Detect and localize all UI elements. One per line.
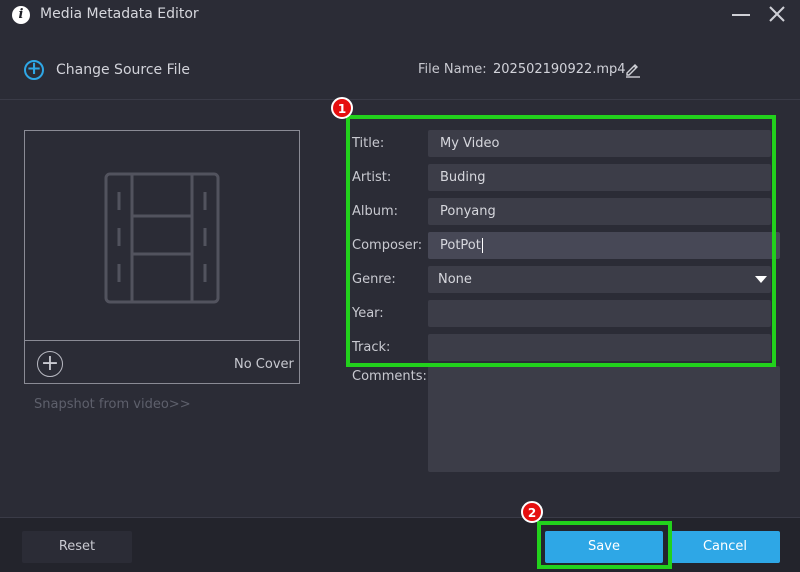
pencil-icon	[626, 64, 640, 78]
step-badge-2: 2	[521, 501, 543, 523]
cancel-button[interactable]: Cancel	[670, 531, 780, 563]
change-source-button[interactable]: + Change Source File	[24, 58, 190, 82]
file-name-label: File Name:	[418, 62, 487, 77]
video-placeholder-icon	[104, 172, 220, 304]
snapshot-from-video-link[interactable]: Snapshot from video>>	[34, 397, 191, 412]
minimize-button[interactable]	[730, 4, 752, 24]
edit-file-name-button[interactable]	[624, 60, 642, 78]
close-icon	[769, 6, 785, 22]
comments-textarea[interactable]	[428, 366, 780, 472]
window-title: Media Metadata Editor	[40, 6, 199, 22]
highlight-box-form	[346, 115, 776, 367]
highlight-box-save	[537, 521, 672, 569]
step-badge-1: 1	[331, 97, 353, 119]
divider	[25, 340, 299, 341]
add-cover-button[interactable]: +	[37, 351, 63, 377]
plus-circle-icon: +	[24, 60, 44, 80]
divider	[0, 99, 800, 100]
no-cover-label: No Cover	[234, 357, 294, 372]
file-name-value: 202502190922.mp4	[493, 62, 626, 77]
comments-label: Comments:	[352, 369, 427, 384]
close-button[interactable]	[766, 3, 788, 25]
info-icon: i	[12, 6, 30, 24]
change-source-label: Change Source File	[56, 62, 191, 78]
reset-button[interactable]: Reset	[22, 531, 132, 563]
